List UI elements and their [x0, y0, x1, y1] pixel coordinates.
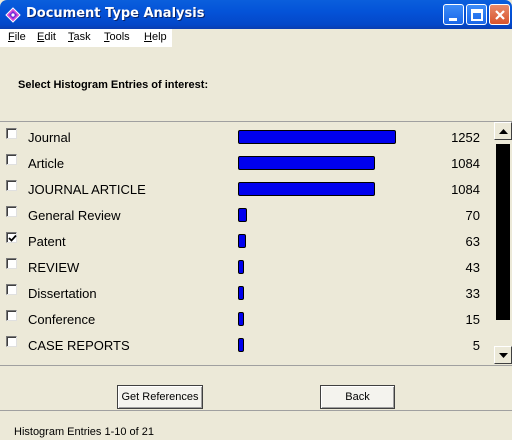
entry-checkbox[interactable] [6, 232, 17, 243]
histogram-row: General Review 70 [0, 204, 494, 230]
entry-label: Article [28, 156, 65, 171]
scroll-thumb[interactable] [496, 144, 510, 320]
menu-edit-label: dit [44, 31, 56, 43]
menu-file-key: F [8, 31, 15, 43]
entry-count: 33 [465, 286, 480, 301]
histogram-row: Journal 1252 [0, 126, 494, 152]
entry-bar [238, 338, 244, 352]
entry-count: 5 [472, 338, 480, 353]
entry-bar [238, 156, 375, 170]
entry-bar [238, 260, 244, 274]
entry-label: General Review [28, 208, 121, 223]
histogram-row: CASE REPORTS 5 [0, 334, 494, 360]
status-bar: Histogram Entries 1-10 of 21 [0, 414, 512, 440]
menu-tools-label: ools [109, 31, 130, 43]
entry-bar [238, 130, 396, 144]
get-references-button[interactable]: Get References [117, 385, 203, 409]
maximize-icon [471, 9, 483, 21]
entry-label: Journal [28, 130, 71, 145]
histogram-row: JOURNAL ARTICLE 1084 [0, 178, 494, 204]
entry-label: Dissertation [28, 286, 97, 301]
entry-checkbox[interactable] [6, 284, 17, 295]
entry-checkbox[interactable] [6, 336, 17, 347]
minimize-icon [449, 18, 457, 21]
histogram-row: REVIEW 43 [0, 256, 494, 282]
window-title: Document Type Analysis [26, 6, 205, 21]
menu-help-key: H [144, 31, 152, 43]
entry-bar [238, 208, 247, 222]
menu-help[interactable]: Help [144, 31, 167, 43]
histogram-list: Journal 1252 Article 1084 JOURNAL ARTICLE 108… [0, 121, 512, 366]
scroll-up-arrow-icon [499, 129, 508, 134]
menu-file[interactable]: File [8, 31, 26, 43]
entry-count: 1084 [451, 182, 480, 197]
menu-bar: File Edit Task Tools Help [0, 29, 512, 47]
scroll-down-arrow-icon [499, 353, 508, 358]
entry-label: JOURNAL ARTICLE [28, 182, 146, 197]
histogram-row: Conference 15 [0, 308, 494, 334]
menu-task-label: ask [73, 31, 91, 43]
entry-bar [238, 182, 375, 196]
app-icon [5, 7, 21, 23]
entry-checkbox[interactable] [6, 180, 17, 191]
entry-count: 1084 [451, 156, 480, 171]
entry-bar [238, 286, 244, 300]
entry-label: REVIEW [28, 260, 80, 275]
button-area: Get References Back [0, 366, 512, 411]
entry-checkbox[interactable] [6, 258, 17, 269]
entry-count: 63 [465, 234, 480, 249]
vertical-scrollbar[interactable] [494, 122, 512, 365]
entry-count: 43 [465, 260, 480, 275]
menu-task[interactable]: Task [68, 31, 91, 43]
entry-count: 70 [465, 208, 480, 223]
entry-label: Patent [28, 234, 66, 249]
entry-count: 15 [465, 312, 480, 327]
entry-checkbox[interactable] [6, 310, 17, 321]
menu-tools[interactable]: Tools [104, 31, 130, 43]
menu-help-label: elp [151, 31, 167, 43]
status-text: Histogram Entries 1-10 of 21 [14, 426, 155, 438]
entry-checkbox[interactable] [6, 128, 17, 139]
histogram-row: Dissertation 33 [0, 282, 494, 308]
back-button[interactable]: Back [320, 385, 395, 409]
entry-bar [238, 234, 246, 248]
entry-label: Conference [28, 312, 96, 327]
menu-strip: File Edit Task Tools Help [0, 29, 172, 47]
check-icon [8, 234, 17, 242]
maximize-button[interactable] [466, 4, 487, 25]
entry-checkbox[interactable] [6, 154, 17, 165]
menu-file-label: ile [14, 31, 26, 43]
histogram-row: Article 1084 [0, 152, 494, 178]
title-bar[interactable]: Document Type Analysis [0, 0, 512, 29]
scroll-up-button[interactable] [494, 122, 512, 140]
minimize-button[interactable] [443, 4, 464, 25]
instruction-label: Select Histogram Entries of interest: [18, 79, 209, 91]
menu-edit[interactable]: Edit [37, 31, 56, 43]
entry-bar [238, 312, 244, 326]
entry-checkbox[interactable] [6, 206, 17, 217]
entry-label: CASE REPORTS [28, 338, 130, 353]
histogram-row: Patent 63 [0, 230, 494, 256]
entry-count: 1252 [451, 130, 480, 145]
scroll-down-button[interactable] [494, 346, 512, 364]
close-icon [495, 10, 505, 20]
close-button[interactable] [489, 4, 510, 25]
